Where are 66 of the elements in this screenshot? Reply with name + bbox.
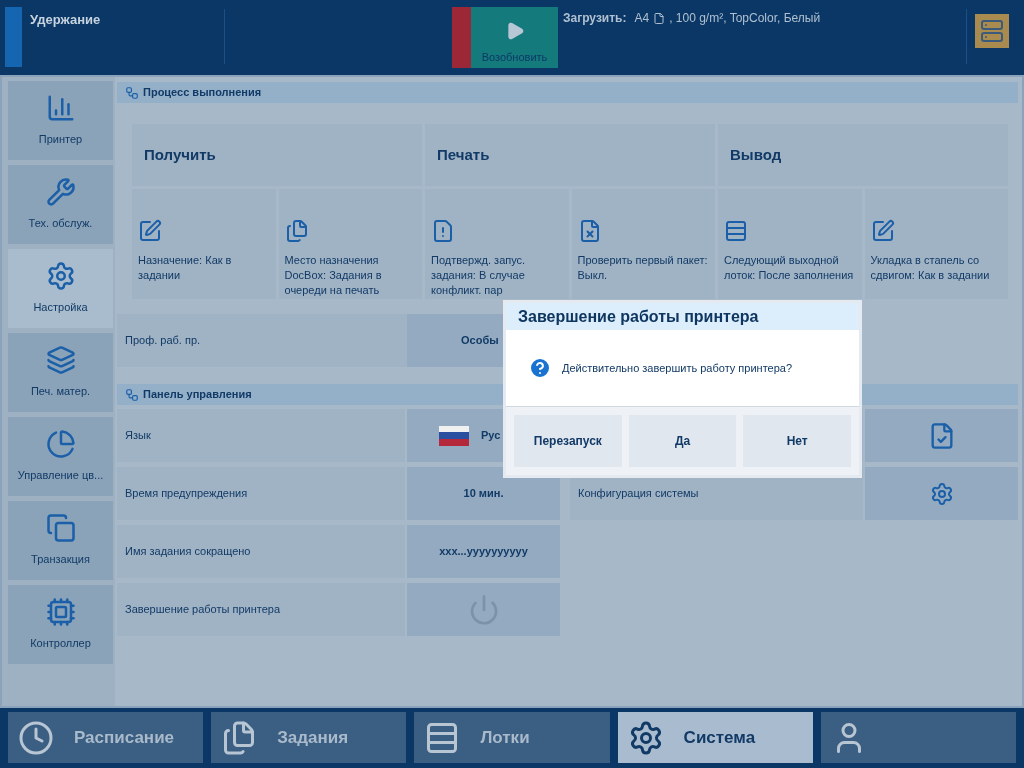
setting-icon <box>431 219 455 243</box>
sidebar-item[interactable]: Тех. обслуж. <box>8 165 113 244</box>
setting-label: Время предупреждения <box>125 486 248 502</box>
setting-icon <box>138 219 162 243</box>
setting-label: Конфигурация системы <box>578 486 699 502</box>
sidebar-icon <box>45 261 76 292</box>
workflow-setting[interactable]: Назначение: Как в задании <box>132 189 276 299</box>
sidebar-item[interactable]: Транзакция <box>8 501 113 580</box>
setting-value: xxx...yyyyyyyyyy <box>439 544 528 560</box>
flag-icon <box>439 425 469 446</box>
bottom-tab[interactable] <box>820 712 1016 763</box>
workflow-setting[interactable]: Подтвержд. запус. задания: В случае конфликт. пар <box>425 189 569 299</box>
bottom-tab[interactable]: Расписание <box>8 712 204 763</box>
section-title: Панель управления <box>143 387 252 403</box>
setting-value-cell[interactable] <box>407 583 560 636</box>
setting-label: Имя задания сокращено <box>125 544 251 560</box>
setting-value: 10 мин. <box>463 486 504 502</box>
section-icon <box>125 85 139 100</box>
sidebar-icon <box>45 597 76 628</box>
group-title: Получить <box>144 144 216 165</box>
stop-indicator <box>452 7 471 68</box>
page-icon <box>653 11 666 25</box>
dialog-button[interactable]: Да <box>628 415 737 467</box>
workflow-setting[interactable]: Место назначения DocBox: Задания в очереди на печать <box>278 189 422 299</box>
setting-label: Завершение работы принтера <box>125 602 281 618</box>
dialog-button[interactable]: Нет <box>743 415 851 467</box>
group-title: Вывод <box>730 144 782 165</box>
question-icon <box>528 356 552 380</box>
status-strip <box>5 7 22 67</box>
paper-size: A4 <box>634 10 650 27</box>
setting-icon <box>870 219 895 243</box>
setting-value-cell[interactable] <box>865 409 1018 462</box>
sidebar-item[interactable]: Настройка <box>8 249 113 328</box>
group-title: Печать <box>437 144 490 165</box>
section-title: Процесс выполнения <box>143 85 262 101</box>
section-icon <box>125 387 139 402</box>
sidebar-icon <box>45 177 76 208</box>
bottom-tab[interactable]: Система <box>617 712 813 763</box>
sidebar-icon <box>45 345 76 376</box>
sidebar-item[interactable]: Принтер <box>8 81 113 160</box>
gear-icon <box>929 481 954 506</box>
setting-value-cell[interactable] <box>865 467 1018 520</box>
workflow-setting[interactable]: Следующий выходной лоток: После заполнения <box>718 189 862 299</box>
sidebar-icon <box>45 429 76 460</box>
setting-icon <box>284 219 309 243</box>
bottom-tab[interactable]: Задания <box>211 712 407 763</box>
sidebar-item[interactable]: Печ. матер. <box>8 333 113 412</box>
load-label: Загрузить: <box>563 10 627 27</box>
workflow-setting[interactable]: Проверить первый пакет: Выкл. <box>571 189 715 299</box>
setting-value-cell[interactable]: xxx...yyyyyyyyyy <box>407 525 560 578</box>
bottom-tab[interactable]: Лотки <box>414 712 610 763</box>
status-title: Удержание <box>30 11 101 29</box>
dialog-message: Действительно завершить работу принтера? <box>562 360 793 376</box>
setting-label: Проф. раб. пр. <box>125 333 201 349</box>
setting-value: Рус <box>481 428 501 444</box>
workflow-setting[interactable]: Укладка в стапель со сдвигом: Как в задании <box>864 189 1008 299</box>
server-icon[interactable] <box>975 14 1009 48</box>
dialog-button[interactable]: Перезапуск <box>514 415 622 467</box>
sidebar-item[interactable]: Управление цв... <box>8 417 113 496</box>
setting-value-cell[interactable]: 10 мин. <box>407 467 560 520</box>
paper-details: , 100 g/m², TopColor, Белый <box>669 10 821 27</box>
setting-icon <box>724 219 748 243</box>
setting-label: Язык <box>125 428 151 444</box>
sidebar-item[interactable]: Контроллер <box>8 585 113 664</box>
tab-icon <box>18 719 54 756</box>
sidebar-icon <box>45 513 76 544</box>
